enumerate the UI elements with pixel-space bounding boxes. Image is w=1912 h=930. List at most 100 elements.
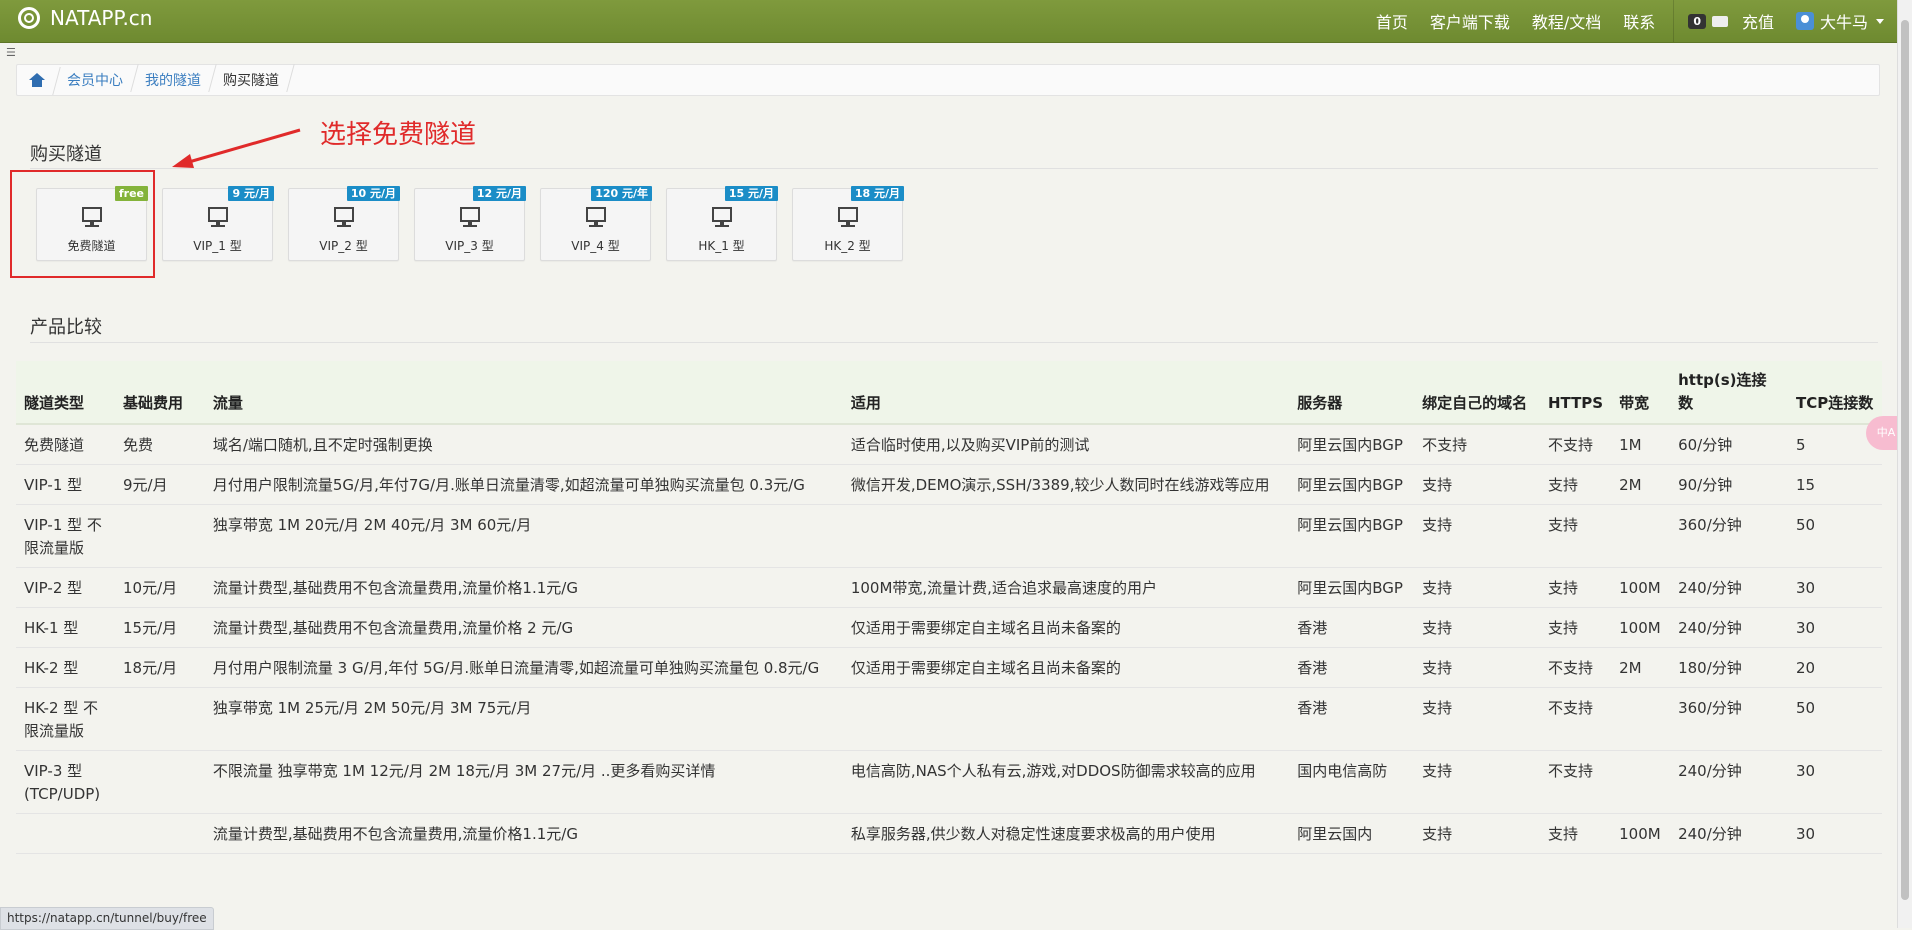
balance-badge: 0 [1688,13,1706,29]
tile-label: HK_1 型 [698,239,745,253]
table-cell: 不支持 [1539,647,1612,688]
column-header: 服务器 [1289,361,1415,425]
table-cell: 2M [1611,464,1671,505]
tunnel-type-list: free 免费隧道 9 元/月 VIP_1 型 10 元/月 VIP_2 型 1… [36,186,904,261]
table-cell: 1M [1611,424,1671,465]
table-cell: 仅适用于需要绑定自主域名且尚未备案的 [842,607,1290,648]
tile-vip2[interactable]: 10 元/月 VIP_2 型 [288,186,400,261]
table-cell: VIP-1 型 [16,464,115,505]
table-cell: 支持 [1539,813,1612,854]
table-cell [16,813,115,854]
table-cell: 支持 [1414,687,1540,751]
table-cell: 支持 [1539,464,1612,505]
column-header: 基础费用 [114,361,205,425]
tile-hk2[interactable]: 18 元/月 HK_2 型 [792,186,904,261]
tile-label: VIP_2 型 [319,239,368,253]
table-cell: 香港 [1289,687,1415,751]
table-cell: 支持 [1414,647,1540,688]
table-cell [114,750,205,814]
table-cell: 240/分钟 [1670,813,1789,854]
nav-link-home[interactable]: 首页 [1376,9,1408,33]
table-cell: 微信开发,DEMO演示,SSH/3389,较少人数同时在线游戏等应用 [842,464,1290,505]
table-cell [842,687,1290,751]
table-body: 免费隧道 免费 域名/端口随机,且不定时强制更换 适合临时使用,以及购买VIP前的测试… [16,424,1882,854]
tile-label: VIP_4 型 [571,239,620,253]
annotation-highlight-box [10,170,155,278]
column-header: 隧道类型 [16,361,115,425]
table-cell: 支持 [1414,464,1540,505]
tile-label: HK_2 型 [824,239,871,253]
table-cell: 不支持 [1414,424,1540,465]
tile-vip3[interactable]: 12 元/月 VIP_3 型 [414,186,526,261]
table-cell [114,504,205,568]
table-cell [114,813,205,854]
table-cell: 240/分钟 [1670,607,1789,648]
table-cell: 30 [1788,567,1882,608]
table-cell: HK-2 型 [16,647,115,688]
table-cell: 50 [1788,504,1882,568]
table-row: HK-2 型 不限流量版 独享带宽 1M 25元/月 2M 50元/月 3M 75… [16,687,1882,751]
nav-link-contact[interactable]: 联系 [1623,9,1655,33]
desktop-icon [711,207,732,227]
tile-vip1[interactable]: 9 元/月 VIP_1 型 [162,186,274,261]
table-cell: 免费 [114,424,205,465]
user-menu[interactable]: 大牛马 [1795,9,1884,33]
table-row: HK-1 型 15元/月 流量计费型,基础费用不包含流量费用,流量价格 2 元/G 仅… [16,607,1882,648]
table-cell: 阿里云国内 [1289,813,1415,854]
tile-vip4[interactable]: 120 元/年 VIP_4 型 [540,186,652,261]
brand[interactable]: NATAPP.cn [18,6,152,30]
table-cell: 不支持 [1539,750,1612,814]
table-cell: VIP-3 型 (TCP/UDP) [16,750,115,814]
table-cell: 香港 [1289,607,1415,648]
recharge-link[interactable]: 0 充值 [1688,9,1774,33]
table-cell: 免费隧道 [16,424,115,465]
table-cell: VIP-2 型 [16,567,115,608]
price-badge: 12 元/月 [472,186,526,201]
breadcrumb-my-tunnels[interactable]: 我的隧道 [133,70,211,90]
table-cell: 9元/月 [114,464,205,505]
table-cell: 支持 [1414,567,1540,608]
table-cell: 适合临时使用,以及购买VIP前的测试 [842,424,1290,465]
annotation-text: 选择免费隧道 [320,120,477,150]
price-badge: 120 元/年 [591,186,652,201]
breadcrumb-home[interactable] [17,73,55,87]
compare-section-title: 产品比较 [30,317,102,338]
table-cell: 100M带宽,流量计费,适合追求最高速度的用户 [842,567,1290,608]
table-cell: 不支持 [1539,424,1612,465]
table-cell: HK-2 型 不限流量版 [16,687,115,751]
table-cell [842,504,1290,568]
breadcrumb-member-center[interactable]: 会员中心 [55,70,133,90]
nav-link-docs[interactable]: 教程/文档 [1532,9,1601,33]
scrollbar[interactable] [1897,0,1912,928]
table-cell: 电信高防,NAS个人私有云,游戏,对DDOS防御需求较高的应用 [842,750,1290,814]
table-cell: 支持 [1414,813,1540,854]
table-cell: 阿里云国内BGP [1289,464,1415,505]
tile-label: VIP_1 型 [193,239,242,253]
table-cell: 240/分钟 [1670,567,1789,608]
table-cell: 支持 [1414,504,1540,568]
tile-hk1[interactable]: 15 元/月 HK_1 型 [666,186,778,261]
buy-section-title: 购买隧道 [30,144,102,165]
table-cell: 20 [1788,647,1882,688]
table-cell: 流量计费型,基础费用不包含流量费用,流量价格1.1元/G [204,813,843,854]
table-cell: 香港 [1289,647,1415,688]
price-badge: 15 元/月 [724,186,778,201]
table-cell: 15 [1788,464,1882,505]
user-icon [1795,12,1814,30]
table-cell: 15元/月 [114,607,205,648]
nav-link-download[interactable]: 客户端下载 [1430,9,1510,33]
sidebar-toggle-icon[interactable]: ☰ [6,46,16,59]
price-badge: 10 元/月 [346,186,400,201]
price-badge: 18 元/月 [850,186,904,201]
section-divider [30,168,1878,169]
column-header: 流量 [204,361,843,425]
table-cell: 不支持 [1539,687,1612,751]
brand-name: NATAPP.cn [50,6,153,30]
nav-links: 首页 客户端下载 教程/文档 联系 0 充值 大牛马 [1354,0,1884,42]
table-cell: 360/分钟 [1670,504,1789,568]
table-cell: 月付用户限制流量 3 G/月,年付 5G/月.账单日流量清零,如超流量可单独购买… [204,647,843,688]
column-header: http(s)连接数 [1670,361,1789,425]
scrollbar-thumb[interactable] [1901,20,1909,900]
table-cell [114,687,205,751]
desktop-icon [459,207,480,227]
